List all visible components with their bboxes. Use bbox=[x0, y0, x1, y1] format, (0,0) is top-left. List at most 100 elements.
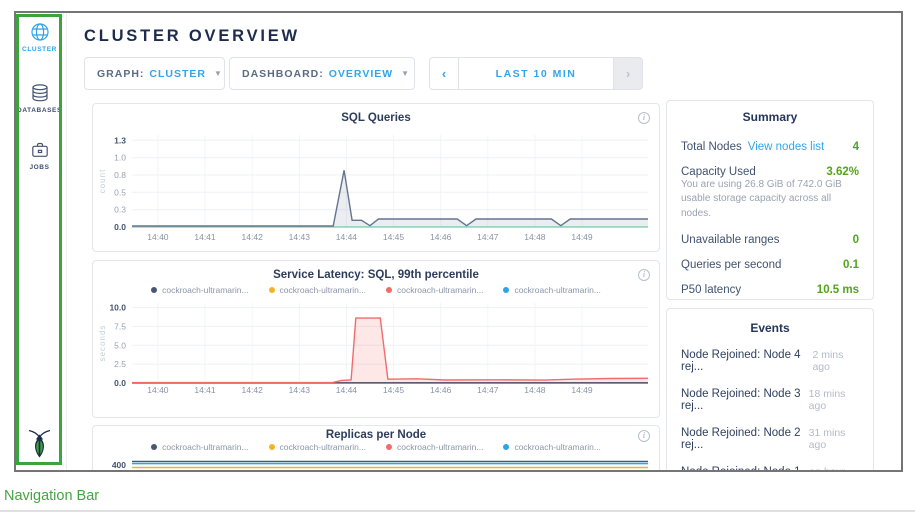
legend-item: cockroach-ultramarin... bbox=[503, 442, 600, 452]
view-nodes-list-link[interactable]: View nodes list bbox=[748, 141, 825, 153]
sidebar-item-label: CLUSTER bbox=[22, 46, 57, 53]
svg-text:0.5: 0.5 bbox=[114, 187, 126, 197]
event-row: Node Rejoined: Node 2 rej... 31 mins ago bbox=[681, 419, 859, 458]
annotation-label: Navigation Bar bbox=[4, 488, 99, 504]
event-title: Node Rejoined: Node 3 rej... bbox=[681, 388, 809, 412]
summary-row-p50: P50 latency 10.5 ms bbox=[681, 277, 859, 302]
legend-item: cockroach-ultramarin... bbox=[269, 442, 366, 452]
database-icon bbox=[30, 83, 50, 103]
svg-text:14:41: 14:41 bbox=[194, 385, 216, 395]
summary-row-qps: Queries per second 0.1 bbox=[681, 252, 859, 277]
unavailable-ranges-label: Unavailable ranges bbox=[681, 234, 779, 246]
time-range-value[interactable]: LAST 10 MIN bbox=[459, 57, 613, 90]
event-row: Node Rejoined: Node 4 rej... 2 mins ago bbox=[681, 341, 859, 380]
svg-text:14:49: 14:49 bbox=[571, 232, 593, 242]
svg-text:14:48: 14:48 bbox=[524, 232, 546, 242]
chart-title: SQL Queries bbox=[93, 112, 659, 124]
svg-text:14:46: 14:46 bbox=[430, 232, 452, 242]
svg-text:14:42: 14:42 bbox=[242, 385, 264, 395]
svg-text:1.0: 1.0 bbox=[114, 153, 126, 163]
cockroachdb-logo[interactable] bbox=[16, 428, 63, 464]
cockroach-icon bbox=[26, 428, 53, 459]
event-time: 18 mins ago bbox=[809, 388, 859, 412]
svg-text:14:44: 14:44 bbox=[336, 232, 358, 242]
sidebar-item-jobs[interactable]: JOBS bbox=[16, 140, 63, 171]
sql-queries-card: SQL Queries i 0.0 0.3 0.5 0.8 1.0 1.3 14:40 14:… bbox=[92, 103, 660, 252]
event-row: Node Rejoined: Node 3 rej... 18 mins ago bbox=[681, 380, 859, 419]
svg-text:14:42: 14:42 bbox=[242, 232, 264, 242]
svg-text:seconds: seconds bbox=[98, 325, 107, 362]
capacity-used-value: 3.62% bbox=[826, 166, 859, 178]
svg-text:14:45: 14:45 bbox=[383, 232, 405, 242]
svg-text:5.0: 5.0 bbox=[114, 340, 126, 350]
svg-text:1.3: 1.3 bbox=[114, 135, 126, 145]
p50-latency-label: P50 latency bbox=[681, 284, 741, 296]
navigation-bar: CLUSTER DATABASES bbox=[16, 13, 67, 470]
service-latency-plot: 0.02.55.07.510.014:4014:4114:4214:4314:4… bbox=[96, 297, 656, 397]
event-row: Node Rejoined: Node 1 rej... an hour ago bbox=[681, 458, 859, 472]
graph-dropdown-value: CLUSTER bbox=[149, 68, 206, 80]
svg-text:14:48: 14:48 bbox=[524, 385, 546, 395]
info-icon[interactable]: i bbox=[638, 430, 650, 442]
summary-panel: Summary Total Nodes View nodes list 4 Ca… bbox=[666, 100, 874, 300]
sidebar-item-label: DATABASES bbox=[17, 107, 62, 114]
bottom-divider bbox=[0, 510, 915, 512]
briefcase-icon bbox=[30, 140, 50, 160]
legend-item: cockroach-ultramarin... bbox=[386, 285, 483, 295]
time-prev-button[interactable]: ‹ bbox=[429, 57, 459, 90]
summary-row-total-nodes: Total Nodes View nodes list 4 bbox=[681, 134, 859, 159]
legend-item: cockroach-ultramarin... bbox=[151, 442, 248, 452]
chart-title: Replicas per Node bbox=[93, 429, 659, 441]
total-nodes-value: 4 bbox=[853, 141, 859, 153]
svg-text:14:47: 14:47 bbox=[477, 385, 499, 395]
dashboard-dropdown-value: OVERVIEW bbox=[329, 68, 393, 80]
service-latency-card: Service Latency: SQL, 99th percentile i … bbox=[92, 260, 660, 418]
svg-text:0.0: 0.0 bbox=[114, 222, 126, 232]
svg-text:7.5: 7.5 bbox=[114, 321, 126, 331]
event-time: 2 mins ago bbox=[812, 349, 859, 373]
total-nodes-label: Total Nodes bbox=[681, 141, 742, 153]
page-title: CLUSTER OVERVIEW bbox=[84, 27, 300, 46]
info-icon[interactable]: i bbox=[638, 112, 650, 124]
sql-queries-plot: 0.0 0.3 0.5 0.8 1.0 1.3 14:40 14:41 14:42 14:43 14… bbox=[96, 126, 656, 244]
dashboard-dropdown-label: DASHBOARD: bbox=[242, 68, 324, 80]
dashboard-dropdown[interactable]: DASHBOARD: OVERVIEW ▼ bbox=[229, 57, 415, 90]
svg-text:14:40: 14:40 bbox=[147, 232, 169, 242]
chevron-down-icon: ▼ bbox=[401, 69, 409, 78]
event-title: Node Rejoined: Node 2 rej... bbox=[681, 427, 809, 451]
svg-text:0.8: 0.8 bbox=[114, 170, 126, 180]
globe-icon bbox=[30, 22, 50, 42]
time-next-button: › bbox=[613, 57, 643, 90]
info-icon[interactable]: i bbox=[638, 269, 650, 281]
svg-text:14:41: 14:41 bbox=[194, 232, 216, 242]
svg-text:count: count bbox=[98, 169, 107, 194]
svg-text:400: 400 bbox=[112, 460, 126, 470]
sidebar-item-cluster[interactable]: CLUSTER bbox=[16, 22, 63, 53]
events-panel: Events Node Rejoined: Node 4 rej... 2 mi… bbox=[666, 308, 874, 472]
legend-item: cockroach-ultramarin... bbox=[151, 285, 248, 295]
summary-row-unavailable: Unavailable ranges 0 bbox=[681, 227, 859, 252]
svg-text:0.0: 0.0 bbox=[114, 378, 126, 388]
graph-dropdown-label: GRAPH: bbox=[97, 68, 144, 80]
svg-text:14:45: 14:45 bbox=[383, 385, 405, 395]
svg-text:14:40: 14:40 bbox=[147, 385, 169, 395]
unavailable-ranges-value: 0 bbox=[853, 234, 859, 246]
legend-item: cockroach-ultramarin... bbox=[386, 442, 483, 452]
svg-text:0.3: 0.3 bbox=[114, 205, 126, 215]
event-time: an hour ago bbox=[809, 466, 859, 473]
svg-text:14:43: 14:43 bbox=[289, 232, 311, 242]
event-time: 31 mins ago bbox=[809, 427, 859, 451]
sidebar-item-label: JOBS bbox=[29, 164, 49, 171]
qps-value: 0.1 bbox=[843, 259, 859, 271]
event-title: Node Rejoined: Node 1 rej... bbox=[681, 466, 809, 473]
legend-item: cockroach-ultramarin... bbox=[269, 285, 366, 295]
capacity-used-label: Capacity Used bbox=[681, 166, 756, 178]
event-title: Node Rejoined: Node 4 rej... bbox=[681, 349, 812, 373]
svg-text:14:46: 14:46 bbox=[430, 385, 452, 395]
sidebar-item-databases[interactable]: DATABASES bbox=[16, 83, 63, 114]
p50-latency-value: 10.5 ms bbox=[817, 284, 859, 296]
graph-dropdown[interactable]: GRAPH: CLUSTER ▼ bbox=[84, 57, 225, 90]
chart-title: Service Latency: SQL, 99th percentile bbox=[93, 269, 659, 281]
svg-text:2.5: 2.5 bbox=[114, 359, 126, 369]
chart-legend: cockroach-ultramarin... cockroach-ultrama… bbox=[93, 285, 659, 295]
